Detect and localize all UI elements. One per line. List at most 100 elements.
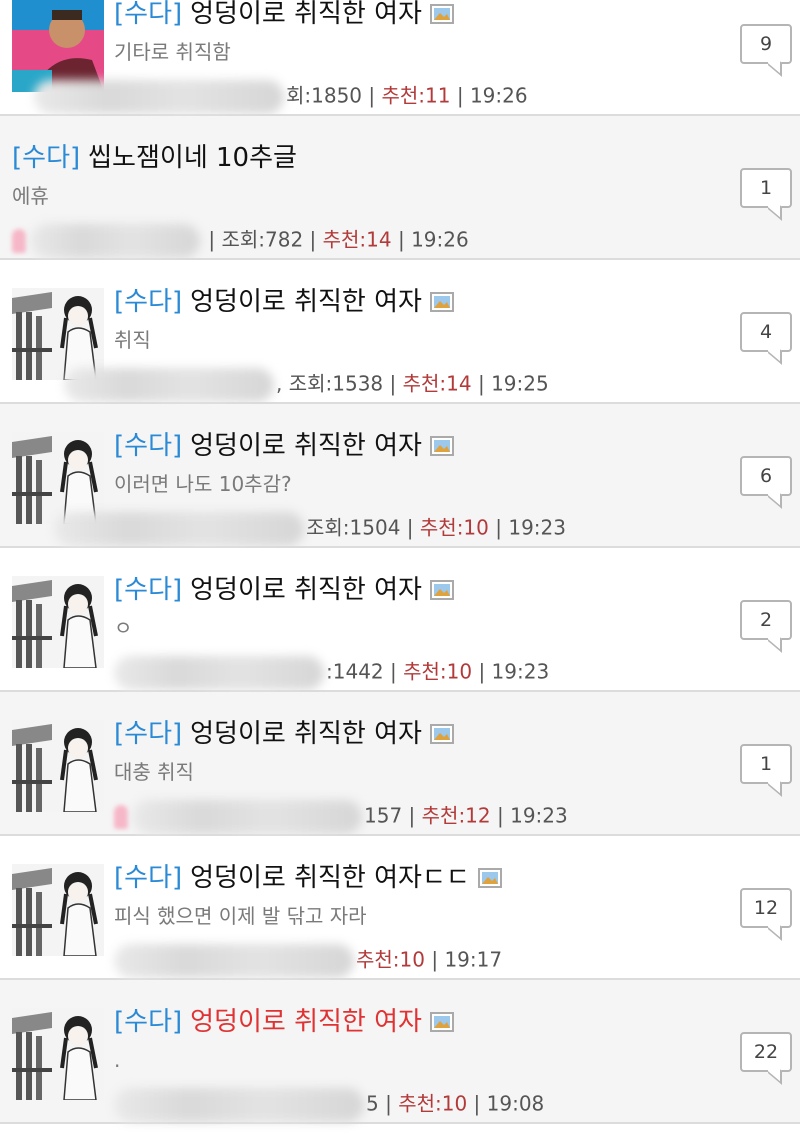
post-meta: , 조회:1538 | 추천:14 | 19:25 (64, 368, 720, 402)
post-time: | 19:08 (467, 1091, 545, 1116)
post-thumbnail[interactable] (12, 864, 104, 956)
post-content: [수다] 엉덩이로 취직한 여자 . 5 | 추천:10 | 19:08 (114, 1004, 720, 1122)
category-prefix: [수다] (12, 143, 81, 173)
post-title-line[interactable]: [수다] 엉덩이로 취직한 여자 (114, 572, 720, 608)
category-prefix: [수다] (114, 1007, 183, 1037)
comment-count-badge[interactable]: 9 (740, 24, 792, 64)
post-content: [수다] 엉덩이로 취직한 여자 대충 취직 157 | 추천:12 | 19:2… (114, 716, 720, 834)
post-thumbnail[interactable] (12, 432, 104, 524)
post-row[interactable]: [수다] 엉덩이로 취직한 여자 취직 , 조회:1538 | 추천:14 | 1… (0, 260, 800, 404)
manga-thumbnail-image (12, 288, 104, 380)
manga-thumbnail-image (12, 864, 104, 956)
recommend-count: 추천:10 (419, 515, 489, 540)
category-prefix: [수다] (114, 0, 183, 29)
post-preview: . (114, 1048, 121, 1072)
post-title[interactable]: 엉덩이로 취직한 여자 (190, 287, 422, 317)
image-attached-icon (477, 868, 502, 888)
post-preview: 피식 했으면 이제 발 닦고 자라 (114, 904, 367, 928)
blurred-author (30, 224, 200, 258)
post-preview: 이러면 나도 10추감? (114, 472, 292, 496)
views-text: 조회:1504 | (306, 515, 420, 540)
comment-count-badge[interactable]: 4 (740, 312, 792, 352)
post-preview: 취직 (114, 328, 151, 352)
post-thumbnail[interactable] (12, 288, 104, 380)
recommend-count: 추천:14 (322, 227, 392, 252)
image-attached-icon (429, 292, 454, 312)
views-text: | 조회:782 | (202, 227, 323, 252)
post-title[interactable]: 엉덩이로 취직한 여자ㄷㄷ (190, 863, 470, 893)
post-thumbnail[interactable] (12, 0, 104, 92)
post-title-line[interactable]: [수다] 씹노잼이네 10추글 (12, 140, 720, 176)
recommend-count: 추천:14 (402, 371, 472, 396)
blurred-author (114, 944, 354, 978)
post-title[interactable]: 엉덩이로 취직한 여자 (190, 1007, 422, 1037)
post-row[interactable]: [수다] 엉덩이로 취직한 여자 기타로 취직함 회:1850 | 추천:11 |… (0, 0, 800, 116)
post-row[interactable]: [수다] 엉덩이로 취직한 여자 . 5 | 추천:10 | 19:08 22 (0, 980, 800, 1124)
post-title-line[interactable]: [수다] 엉덩이로 취직한 여자 (114, 428, 720, 464)
post-title-line[interactable]: [수다] 엉덩이로 취직한 여자 (114, 716, 720, 752)
manga-thumbnail-image (12, 720, 104, 812)
post-title[interactable]: 엉덩이로 취직한 여자 (190, 431, 422, 461)
recommend-count: 추천:10 (403, 659, 473, 684)
category-prefix: [수다] (114, 431, 183, 461)
post-content: [수다] 엉덩이로 취직한 여자 기타로 취직함 회:1850 | 추천:11 |… (34, 0, 720, 114)
post-time: | 19:17 (425, 947, 503, 972)
category-prefix: [수다] (114, 863, 183, 893)
post-row[interactable]: [수다] 엉덩이로 취직한 여자 이러면 나도 10추감? 조회:1504 | 추… (0, 404, 800, 548)
post-title-line[interactable]: [수다] 엉덩이로 취직한 여자 (114, 0, 720, 32)
comment-count-badge[interactable]: 6 (740, 456, 792, 496)
post-row[interactable]: [수다] 씹노잼이네 10추글 에휴 | 조회:782 | 추천:14 | 19:… (0, 116, 800, 260)
post-thumbnail[interactable] (12, 1008, 104, 1100)
views-text: 157 | (364, 803, 422, 828)
post-row[interactable]: [수다] 엉덩이로 취직한 여자 ㅇ :1442 | 추천:10 | 19:23 … (0, 548, 800, 692)
post-preview: 대충 취직 (114, 760, 194, 784)
post-meta: :1442 | 추천:10 | 19:23 (114, 656, 720, 690)
post-title[interactable]: 엉덩이로 취직한 여자 (190, 0, 422, 29)
views-text: :1442 | (326, 659, 404, 684)
post-time: | 19:23 (490, 803, 568, 828)
heart-icon (114, 805, 128, 829)
blurred-author (34, 80, 284, 114)
comment-count-badge[interactable]: 2 (740, 600, 792, 640)
comment-count-badge[interactable]: 1 (740, 744, 792, 784)
comment-count-badge[interactable]: 12 (740, 888, 792, 928)
recommend-count: 추천:12 (421, 803, 491, 828)
post-list: [수다] 엉덩이로 취직한 여자 기타로 취직함 회:1850 | 추천:11 |… (0, 0, 800, 1124)
post-time: | 19:26 (450, 83, 528, 108)
manga-thumbnail-image (12, 576, 104, 668)
views-text: 5 | (366, 1091, 399, 1116)
post-time: | 19:23 (488, 515, 566, 540)
manga-thumbnail-image (12, 1008, 104, 1100)
post-title-line[interactable]: [수다] 엉덩이로 취직한 여자 (114, 284, 720, 320)
manga-thumbnail-image (12, 432, 104, 524)
post-content: [수다] 엉덩이로 취직한 여자 이러면 나도 10추감? 조회:1504 | 추… (54, 428, 720, 546)
comment-count-badge[interactable]: 1 (740, 168, 792, 208)
post-meta: 추천:10 | 19:17 (114, 944, 720, 978)
recommend-count: 추천:10 (398, 1091, 468, 1116)
post-preview: ㅇ (114, 616, 133, 640)
post-meta: 5 | 추천:10 | 19:08 (114, 1088, 720, 1122)
post-row[interactable]: [수다] 엉덩이로 취직한 여자ㄷㄷ 피식 했으면 이제 발 닦고 자라 추천:1… (0, 836, 800, 980)
comment-count-badge[interactable]: 22 (740, 1032, 792, 1072)
post-title-line[interactable]: [수다] 엉덩이로 취직한 여자 (114, 1004, 720, 1040)
post-title-line[interactable]: [수다] 엉덩이로 취직한 여자ㄷㄷ (114, 860, 720, 896)
post-title[interactable]: 엉덩이로 취직한 여자 (190, 575, 422, 605)
post-content: [수다] 엉덩이로 취직한 여자 ㅇ :1442 | 추천:10 | 19:23 (114, 572, 720, 690)
image-attached-icon (429, 1012, 454, 1032)
post-time: | 19:25 (471, 371, 549, 396)
post-thumbnail[interactable] (12, 576, 104, 668)
post-row[interactable]: [수다] 엉덩이로 취직한 여자 대충 취직 157 | 추천:12 | 19:2… (0, 692, 800, 836)
post-meta: 회:1850 | 추천:11 | 19:26 (34, 80, 720, 114)
blurred-author (114, 656, 324, 690)
recommend-count: 추천:11 (381, 83, 451, 108)
post-meta: | 조회:782 | 추천:14 | 19:26 (12, 224, 720, 258)
image-attached-icon (429, 4, 454, 24)
post-preview: 에휴 (12, 184, 49, 208)
post-thumbnail[interactable] (12, 720, 104, 812)
blurred-author (64, 368, 274, 402)
category-prefix: [수다] (114, 575, 183, 605)
image-attached-icon (429, 724, 454, 744)
post-title[interactable]: 엉덩이로 취직한 여자 (190, 719, 422, 749)
post-title[interactable]: 씹노잼이네 10추글 (88, 143, 297, 173)
post-content: [수다] 엉덩이로 취직한 여자 취직 , 조회:1538 | 추천:14 | 1… (64, 284, 720, 402)
